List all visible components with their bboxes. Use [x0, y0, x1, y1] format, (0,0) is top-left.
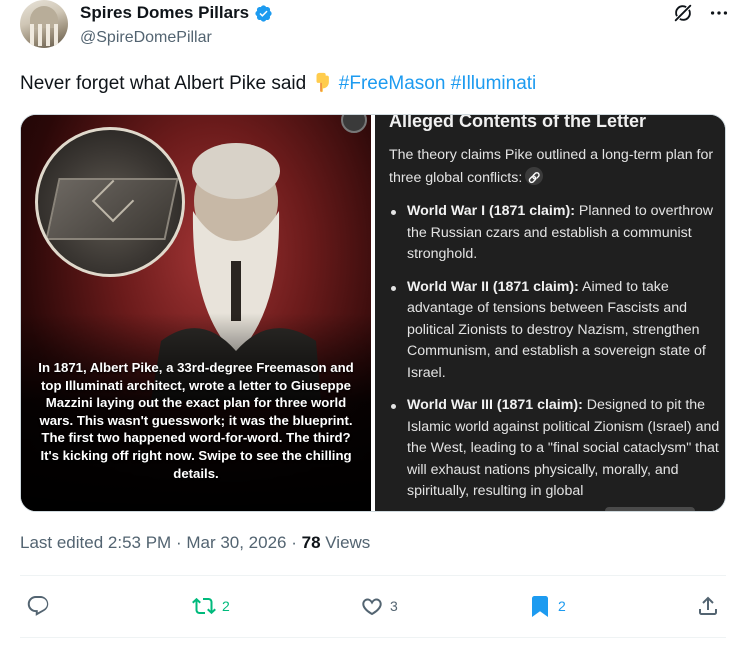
list-item-heading: World War II (1871 claim):	[407, 278, 579, 295]
verified-badge-icon	[255, 4, 272, 22]
author-handle[interactable]: @SpireDomePillar	[80, 29, 212, 47]
post-meta: Last edited 2:53 PM · Mar 30, 2026 · 78 …	[20, 533, 370, 553]
post-date[interactable]: Mar 30, 2026	[186, 533, 286, 552]
media-grid[interactable]: In 1871, Albert Pike, a 33rd-degree Free…	[20, 114, 726, 512]
cutoff-overlay	[605, 507, 695, 511]
share-button[interactable]	[696, 594, 720, 618]
post-body: Never forget what Albert Pike said	[20, 73, 312, 94]
bookmark-count: 2	[558, 598, 566, 614]
like-count: 3	[390, 598, 398, 614]
letter-intro-text: The theory claims Pike outlined a long-t…	[389, 147, 714, 186]
action-bar: 2 3 2	[20, 588, 726, 628]
image-caption: In 1871, Albert Pike, a 33rd-degree Free…	[38, 360, 354, 481]
divider-top	[20, 575, 726, 576]
post-header: Spires Domes Pillars @SpireDomePillar	[20, 0, 730, 56]
media-image-right[interactable]: Alleged Contents of the Letter The theor…	[375, 115, 725, 511]
share-icon	[699, 596, 717, 615]
views-count: 78	[301, 533, 321, 552]
edited-timestamp[interactable]: Last edited 2:53 PM	[20, 533, 171, 552]
more-icon[interactable]	[708, 2, 730, 24]
reply-icon	[27, 596, 49, 616]
hashtag-link[interactable]: #FreeMason	[339, 73, 446, 94]
grok-icon[interactable]	[672, 2, 694, 24]
author-name-row[interactable]: Spires Domes Pillars	[80, 3, 273, 23]
backhand-index-pointing-down-emoji	[316, 72, 330, 93]
meta-separator: ·	[171, 533, 187, 552]
post-text: Never forget what Albert Pike said #Free…	[20, 70, 536, 98]
author-display-name[interactable]: Spires Domes Pillars	[80, 3, 249, 23]
avatar[interactable]	[20, 0, 68, 48]
list-item: World War I (1871 claim): Planned to ove…	[389, 201, 725, 266]
list-item: World War II (1871 claim): Aimed to take…	[389, 277, 725, 385]
letter-title: Alleged Contents of the Letter	[389, 115, 647, 131]
letter-intro: The theory claims Pike outlined a long-t…	[389, 145, 719, 189]
bookmark-button[interactable]: 2	[528, 594, 566, 618]
reply-button[interactable]	[26, 594, 56, 618]
retweet-count: 2	[222, 598, 230, 614]
hashtag-link[interactable]: #Illuminati	[451, 73, 537, 94]
like-button[interactable]: 3	[360, 594, 398, 618]
heart-icon	[362, 598, 382, 616]
bookmark-icon	[532, 596, 548, 617]
media-badge	[341, 115, 367, 133]
retweet-icon	[192, 597, 216, 615]
list-item-heading: World War III (1871 claim):	[407, 397, 583, 413]
list-item: World War III (1871 claim): Designed to …	[389, 395, 725, 503]
divider-bottom	[20, 637, 726, 638]
views-label: Views	[320, 533, 371, 552]
letter-list: World War I (1871 claim): Planned to ove…	[389, 201, 725, 511]
retweet-button[interactable]: 2	[192, 594, 230, 618]
media-image-left[interactable]: In 1871, Albert Pike, a 33rd-degree Free…	[21, 115, 371, 511]
link-icon	[525, 166, 544, 185]
meta-separator: ·	[286, 533, 302, 552]
list-item-heading: World War I (1871 claim):	[407, 203, 575, 219]
